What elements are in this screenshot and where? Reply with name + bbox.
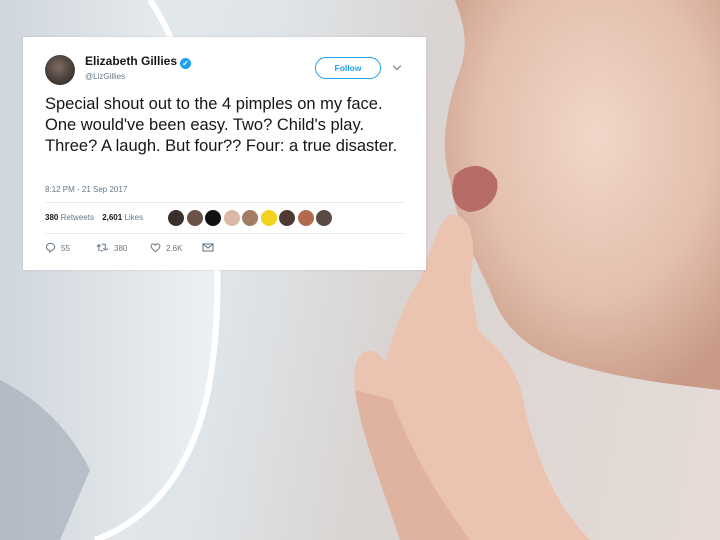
heart-icon [150,243,161,253]
divider [45,233,404,234]
divider [45,202,404,203]
author-avatar[interactable] [45,55,75,85]
reply-button[interactable]: 55 [45,242,70,254]
liker-avatar[interactable] [296,209,315,227]
verified-badge-icon: ✓ [180,58,192,69]
liker-avatar[interactable] [241,209,259,227]
tweet-card: Elizabeth Gillies ✓ @LizGillies Follow Sp… [23,37,426,270]
liker-avatar[interactable] [259,209,278,227]
liker-avatar[interactable] [185,209,204,227]
reply-icon [45,242,56,254]
like-button[interactable]: 2.6K [150,242,182,253]
engagement-stats: 380 Retweets 2,601 Likes [45,213,149,222]
retweets-stat[interactable]: 380 Retweets [45,213,94,222]
envelope-icon [202,243,214,252]
liker-avatar[interactable] [315,209,333,227]
author-name[interactable]: Elizabeth Gillies [85,54,177,68]
liker-avatar[interactable] [167,209,185,227]
liker-avatar[interactable] [204,209,222,227]
likes-stat[interactable]: 2,601 Likes [102,213,143,222]
author-handle[interactable]: @LizGillies [85,72,125,81]
retweet-button[interactable]: 380 [96,242,127,253]
retweet-icon [96,243,109,252]
tweet-timestamp[interactable]: 8:12 PM - 21 Sep 2017 [45,185,127,194]
follow-button[interactable]: Follow [315,57,381,79]
liker-avatar[interactable] [278,209,296,227]
tweet-text: Special shout out to the 4 pimples on my… [45,95,398,155]
message-button[interactable] [202,242,219,253]
liker-avatar[interactable] [222,209,241,227]
chevron-down-icon[interactable] [392,61,402,71]
author-name-row[interactable]: Elizabeth Gillies ✓ [85,54,192,69]
